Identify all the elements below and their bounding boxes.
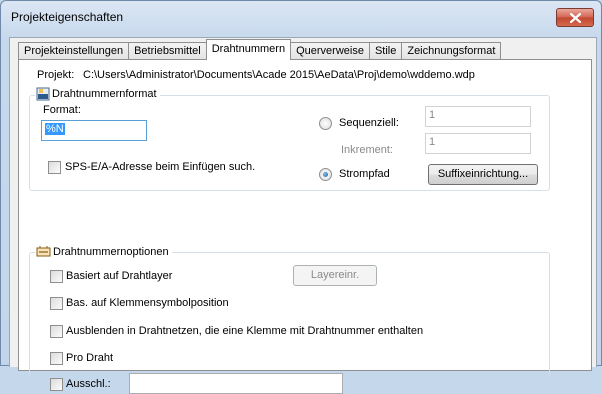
option-wire-layer-checkbox[interactable] <box>50 270 63 283</box>
layer-setup-button[interactable]: Layereinr. <box>293 265 377 286</box>
suffix-setup-button[interactable]: Suffixeinrichtung... <box>428 164 538 185</box>
format-group-title: Drahtnummernformat <box>35 87 160 101</box>
option-hide-in-nets-label: Ausblenden in Drahtnetzen, die eine Klem… <box>66 325 424 337</box>
sequential-label: Sequenziell: <box>339 117 399 129</box>
sequential-radio[interactable] <box>319 117 332 130</box>
tab-querverweise[interactable]: Querverweise <box>290 42 370 60</box>
increment-label: Inkrement: <box>341 144 393 156</box>
close-button[interactable] <box>556 8 594 27</box>
options-group-label: Drahtnummernoptionen <box>53 245 169 258</box>
option-terminal-position-checkbox[interactable] <box>50 297 63 310</box>
sps-checkbox[interactable] <box>48 161 61 174</box>
exclude-input[interactable] <box>129 373 343 394</box>
tab-drahtnummern[interactable]: Drahtnummern <box>205 39 292 60</box>
dialog-window: Projekteigenschaften Projekteinstellunge… <box>0 0 602 394</box>
strompfad-label: Strompfad <box>339 168 390 180</box>
options-group-title: Drahtnummernoptionen <box>35 245 172 258</box>
dialog-client: Projekteinstellungen Betriebsmittel Drah… <box>9 37 597 394</box>
option-hide-in-nets-checkbox[interactable] <box>50 325 63 338</box>
tab-projekteinstellungen[interactable]: Projekteinstellungen <box>18 42 130 60</box>
increment-input[interactable]: 1 <box>425 133 531 154</box>
tab-page-drahtnummern: Projekt: C:\Users\Administrator\Document… <box>18 59 592 394</box>
option-per-wire-checkbox[interactable] <box>50 352 63 365</box>
format-label: Format: <box>43 104 81 116</box>
wire-number-format-icon <box>36 87 50 101</box>
tab-zeichnungsformat[interactable]: Zeichnungsformat <box>401 42 502 60</box>
wire-number-options-icon <box>36 246 51 257</box>
project-path: C:\Users\Administrator\Documents\Acade 2… <box>83 69 475 81</box>
project-label: Projekt: <box>37 69 75 81</box>
sequential-input[interactable]: 1 <box>425 106 531 127</box>
sps-checkbox-label: SPS-E/A-Adresse beim Einfügen such. <box>65 161 256 173</box>
tab-strip: Projekteinstellungen Betriebsmittel Drah… <box>18 39 502 60</box>
option-per-wire-label: Pro Draht <box>66 352 114 364</box>
tab-stile[interactable]: Stile <box>368 42 403 60</box>
format-group-label: Drahtnummernformat <box>52 88 157 100</box>
option-exclude-checkbox[interactable] <box>50 378 63 391</box>
option-exclude-label: Ausschl.: <box>66 378 111 390</box>
format-input[interactable]: %N <box>41 120 147 141</box>
format-input-value: %N <box>45 123 65 135</box>
tab-betriebsmittel[interactable]: Betriebsmittel <box>128 42 207 60</box>
option-terminal-position-label: Bas. auf Klemmensymbolposition <box>66 297 229 309</box>
window-title: Projekteigenschaften <box>11 10 124 24</box>
strompfad-radio[interactable] <box>319 168 332 181</box>
option-wire-layer-label: Basiert auf Drahtlayer <box>66 270 173 282</box>
close-icon <box>569 12 581 23</box>
